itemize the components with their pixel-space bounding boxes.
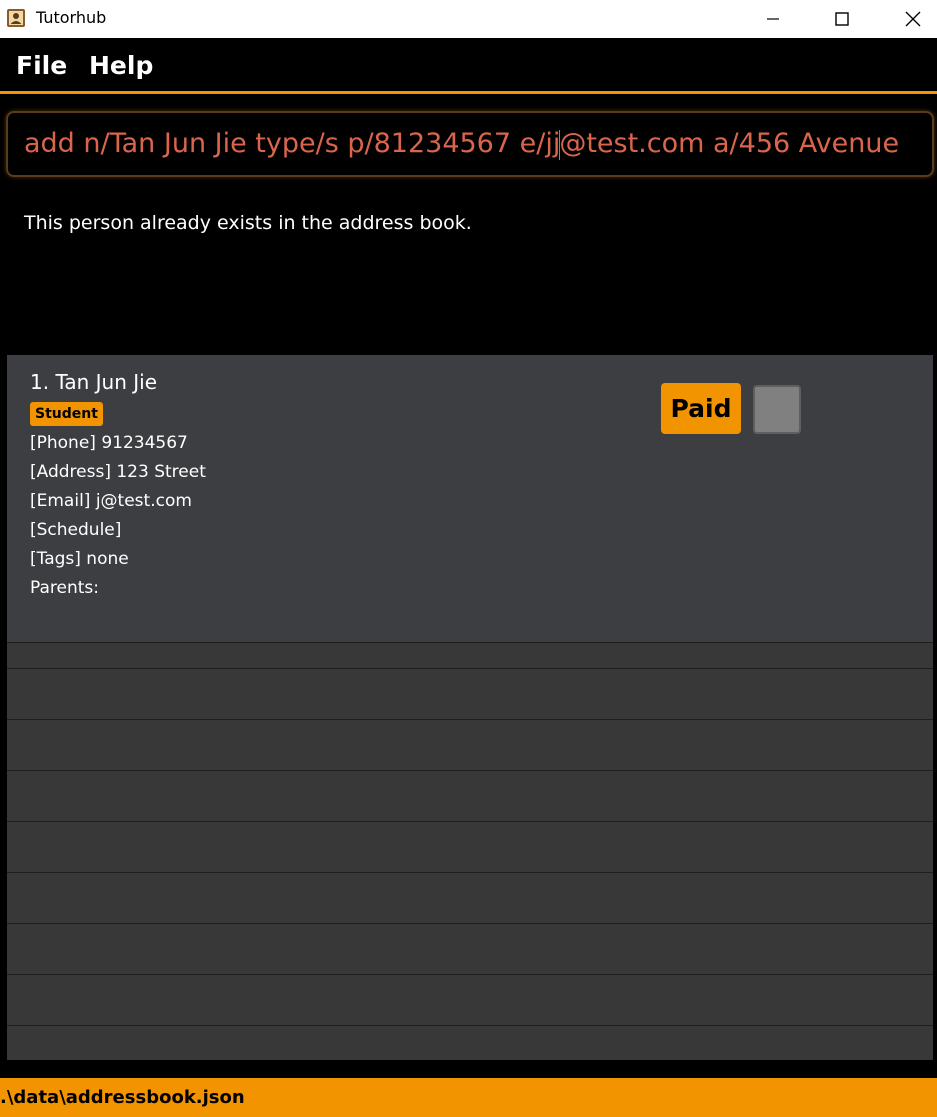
list-empty-row	[7, 668, 933, 719]
list-empty-row	[7, 1025, 933, 1060]
contact-book-icon	[6, 8, 26, 28]
command-text-after-caret: @test.com a/456 Avenue	[559, 128, 900, 159]
window-title-bar: Tutorhub	[0, 0, 937, 38]
person-card[interactable]: 1. Tan Jun Jie Student [Phone] 91234567 …	[7, 355, 933, 642]
list-empty-row	[7, 719, 933, 770]
list-empty-row	[7, 923, 933, 974]
list-empty-row	[7, 770, 933, 821]
menu-help[interactable]: Help	[89, 50, 153, 82]
person-schedule: [Schedule]	[30, 520, 122, 540]
status-bar: .\data\addressbook.json	[0, 1078, 937, 1117]
person-name: 1. Tan Jun Jie	[30, 370, 158, 394]
command-text-before-caret: add n/Tan Jun Jie type/s p/81234567 e/jj	[24, 128, 561, 159]
list-empty-row	[7, 872, 933, 923]
person-address: [Address] 123 Street	[30, 462, 206, 482]
paid-checkbox[interactable]	[753, 385, 801, 434]
list-empty-row	[7, 642, 933, 668]
paid-button[interactable]: Paid	[661, 383, 741, 434]
command-text: add n/Tan Jun Jie type/s p/81234567 e/jj…	[24, 127, 899, 161]
list-empty-row	[7, 974, 933, 1025]
window-title: Tutorhub	[36, 8, 107, 27]
person-parents: Parents:	[30, 578, 100, 598]
person-tags: [Tags] none	[30, 549, 129, 569]
result-message: This person already exists in the addres…	[24, 212, 472, 234]
maximize-button[interactable]	[819, 0, 865, 38]
menu-file[interactable]: File	[16, 50, 67, 82]
minimize-icon	[767, 18, 779, 20]
maximize-icon	[835, 12, 849, 26]
close-icon	[905, 11, 921, 27]
menu-bar: File Help	[0, 38, 937, 94]
person-list[interactable]: 1. Tan Jun Jie Student [Phone] 91234567 …	[7, 355, 933, 1060]
person-phone: [Phone] 91234567	[30, 433, 188, 453]
command-input[interactable]: add n/Tan Jun Jie type/s p/81234567 e/jj…	[6, 111, 934, 177]
person-email: [Email] j@test.com	[30, 491, 192, 511]
save-location: .\data\addressbook.json	[0, 1087, 245, 1108]
person-type-badge: Student	[30, 402, 103, 426]
minimize-button[interactable]	[750, 0, 796, 38]
list-empty-row	[7, 821, 933, 872]
close-button[interactable]	[890, 0, 936, 38]
